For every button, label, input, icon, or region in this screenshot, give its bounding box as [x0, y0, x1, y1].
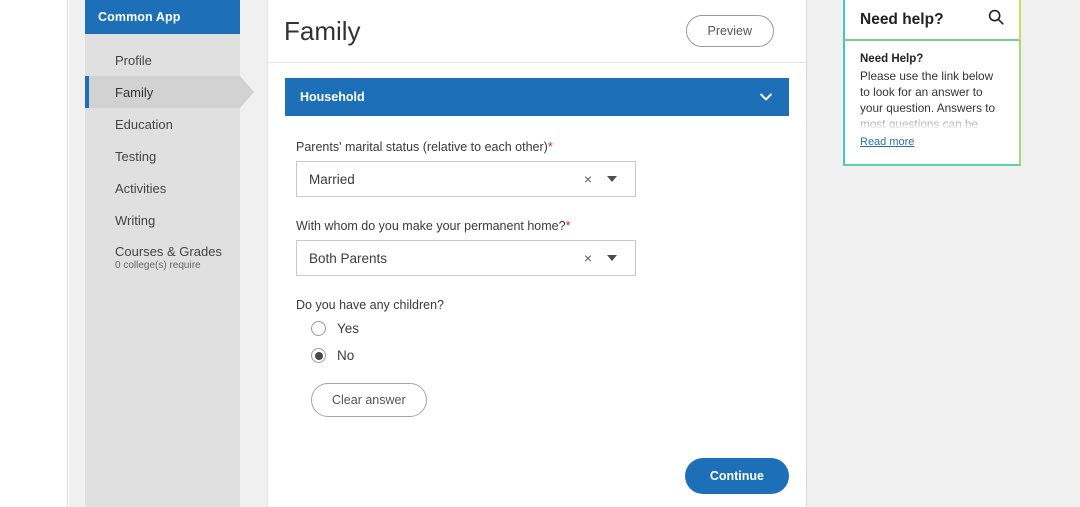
left-gutter: [0, 0, 68, 507]
help-card-body: Please use the link below to look for an…: [860, 68, 1005, 132]
chevron-down-icon[interactable]: [599, 255, 625, 261]
sidebar-item-label: Courses & Grades: [115, 243, 222, 259]
help-card-title: Need Help?: [860, 53, 924, 65]
sidebar-item-writing[interactable]: Writing: [85, 204, 240, 236]
marital-status-select[interactable]: Married ×: [296, 161, 636, 197]
chevron-down-icon[interactable]: [599, 176, 625, 182]
radio-option-label: Yes: [337, 321, 360, 336]
radio-option-label: No: [337, 348, 355, 363]
sidebar-item-label: Writing: [115, 212, 156, 228]
radio-icon-selected[interactable]: [311, 348, 326, 363]
field-children: Do you have any children? Yes No Clear a…: [296, 298, 806, 417]
marital-status-label-text: Parents' marital status (relative to eac…: [296, 140, 548, 154]
sidebar-item-label: Education: [115, 116, 173, 132]
sidebar-item-label: Family: [115, 84, 154, 100]
sidebar-item-family[interactable]: Family: [85, 76, 254, 108]
sidebar-item-label: Testing: [115, 148, 157, 164]
permanent-home-label-text: With whom do you make your permanent hom…: [296, 219, 566, 233]
clear-icon[interactable]: ×: [577, 251, 599, 265]
radio-option-no[interactable]: No: [296, 348, 806, 363]
sidebar-item-sublabel: 0 college(s) require: [115, 259, 201, 271]
help-panel-title: Need help?: [860, 10, 944, 28]
required-marker: *: [565, 219, 571, 233]
sidebar-nav: Profile Family Education Testing Activit…: [85, 34, 254, 276]
sidebar-item-label: Profile: [115, 52, 152, 68]
radio-icon[interactable]: [311, 321, 326, 336]
marital-status-value: Married: [309, 171, 355, 187]
sidebar-item-courses-and-grades[interactable]: Courses & Grades 0 college(s) require: [85, 236, 240, 276]
sidebar-brand-label: Common App: [98, 10, 181, 24]
content-header: Family Preview: [268, 0, 806, 63]
continue-button-wrapper: Continue: [684, 458, 789, 494]
sidebar-item-activities[interactable]: Activities: [85, 172, 240, 204]
sidebar-item-education[interactable]: Education: [85, 108, 240, 140]
app-window: Common App Profile Family Education Test…: [0, 0, 1080, 507]
continue-button[interactable]: Continue: [684, 458, 789, 494]
radio-option-yes[interactable]: Yes: [296, 321, 806, 336]
permanent-home-select[interactable]: Both Parents ×: [296, 240, 636, 276]
permanent-home-label: With whom do you make your permanent hom…: [296, 219, 806, 233]
help-card: Need Help? Please use the link below to …: [843, 41, 1021, 166]
required-marker: *: [547, 140, 553, 154]
sidebar-item-testing[interactable]: Testing: [85, 140, 240, 172]
household-section-header[interactable]: Household: [285, 78, 789, 116]
field-permanent-home: With whom do you make your permanent hom…: [296, 219, 806, 276]
sidebar-brand[interactable]: Common App: [85, 0, 240, 34]
page-title: Family: [284, 15, 361, 46]
preview-button[interactable]: Preview: [685, 15, 774, 47]
help-panel-header: Need help?: [843, 0, 1021, 41]
chevron-down-icon[interactable]: [758, 89, 774, 105]
help-panel: Need help? Need Help? Please use the lin…: [843, 0, 1021, 166]
read-more-link[interactable]: Read more: [860, 136, 914, 148]
children-question-label: Do you have any children?: [296, 298, 445, 312]
field-marital-status: Parents' marital status (relative to eac…: [296, 140, 806, 197]
sidebar: Common App Profile Family Education Test…: [85, 0, 254, 507]
permanent-home-value: Both Parents: [309, 250, 388, 266]
clear-answer-button[interactable]: Clear answer: [311, 383, 427, 417]
main-content-card: Family Preview Household Parents' marita…: [267, 0, 807, 507]
sidebar-item-label: Activities: [115, 180, 167, 196]
household-form: Parents' marital status (relative to eac…: [268, 116, 806, 417]
marital-status-label: Parents' marital status (relative to eac…: [296, 140, 806, 154]
household-section-title: Household: [300, 90, 365, 104]
sidebar-item-profile[interactable]: Profile: [85, 44, 240, 76]
clear-icon[interactable]: ×: [577, 172, 599, 186]
search-icon[interactable]: [987, 8, 1005, 31]
